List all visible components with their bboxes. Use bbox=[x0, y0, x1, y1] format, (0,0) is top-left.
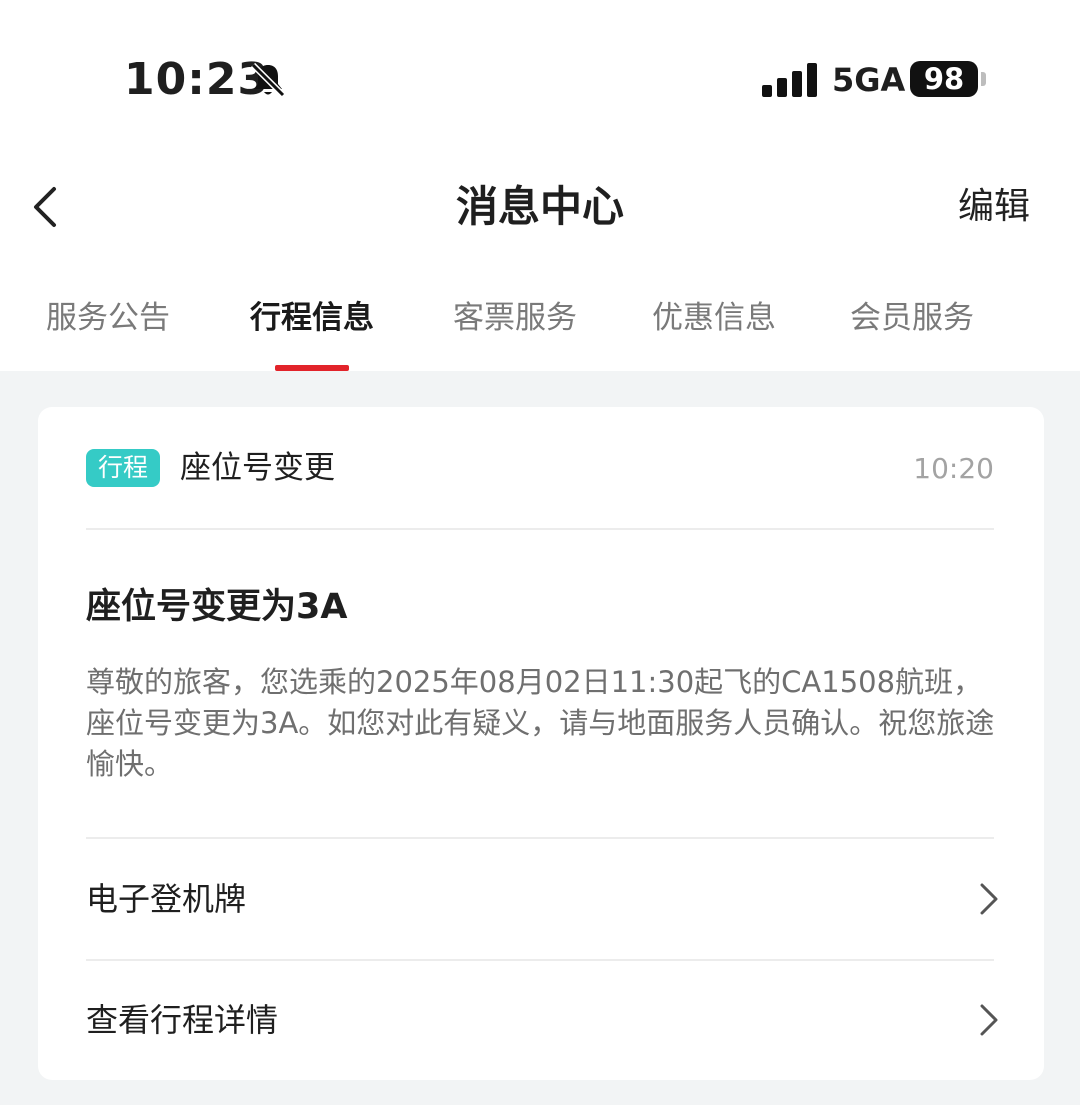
chevron-right-icon[interactable] bbox=[974, 1002, 1002, 1038]
edit-button[interactable]: 编辑 bbox=[958, 182, 1030, 232]
battery-indicator: 98 bbox=[910, 61, 978, 97]
bell-muted-icon bbox=[250, 62, 286, 98]
battery-tip bbox=[981, 72, 986, 86]
page-title: 消息中心 bbox=[455, 182, 624, 231]
signal-icon bbox=[762, 63, 817, 97]
boarding-pass-link[interactable]: 电子登机牌 bbox=[86, 874, 246, 924]
active-tab-indicator bbox=[275, 365, 349, 371]
top-panel: 10:23 5GA 98 消息中心 编辑 服务公告 行程信息 客票服务 优惠信息… bbox=[0, 0, 1080, 371]
message-time: 10:20 bbox=[913, 452, 994, 485]
tab-service-notice[interactable]: 服务公告 bbox=[44, 294, 172, 342]
tab-itinerary-info[interactable]: 行程信息 bbox=[246, 294, 378, 342]
itinerary-detail-link[interactable]: 查看行程详情 bbox=[86, 995, 278, 1045]
message-title: 座位号变更为3A bbox=[86, 587, 348, 627]
tab-member-service[interactable]: 会员服务 bbox=[848, 294, 976, 342]
divider bbox=[86, 528, 994, 530]
message-type: 座位号变更 bbox=[180, 450, 335, 486]
network-label: 5GA bbox=[832, 61, 906, 99]
message-body: 尊敬的旅客，您选乘的2025年08月02日11:30起飞的CA1508航班，座位… bbox=[86, 665, 995, 781]
divider bbox=[86, 837, 994, 839]
divider bbox=[86, 959, 994, 961]
message-card: 行程 座位号变更 10:20 座位号变更为3A 尊敬的旅客，您选乘的2025年0… bbox=[38, 407, 1044, 1080]
tab-ticket-service[interactable]: 客票服务 bbox=[451, 294, 579, 342]
chevron-right-icon[interactable] bbox=[974, 881, 1002, 917]
message-tag: 行程 bbox=[86, 449, 160, 487]
tab-promotions[interactable]: 优惠信息 bbox=[650, 294, 778, 342]
